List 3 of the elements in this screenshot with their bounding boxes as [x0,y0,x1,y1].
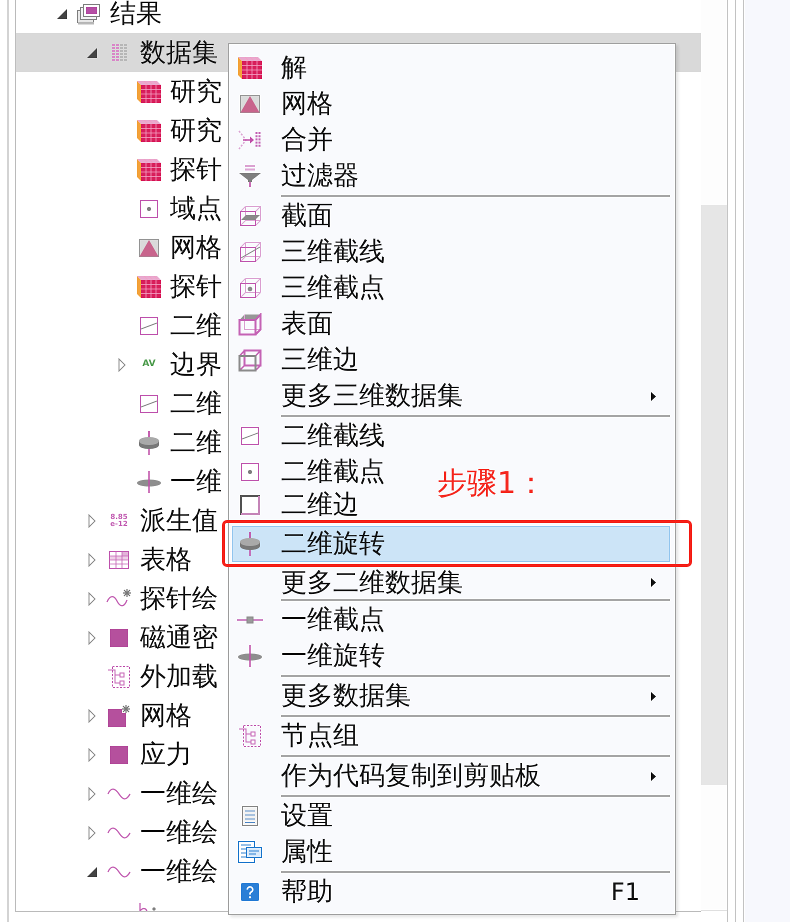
callout-text: 步骤1： [437,466,546,502]
shortcut-key: F1 [610,877,640,907]
icon-caption: AV [142,360,156,369]
